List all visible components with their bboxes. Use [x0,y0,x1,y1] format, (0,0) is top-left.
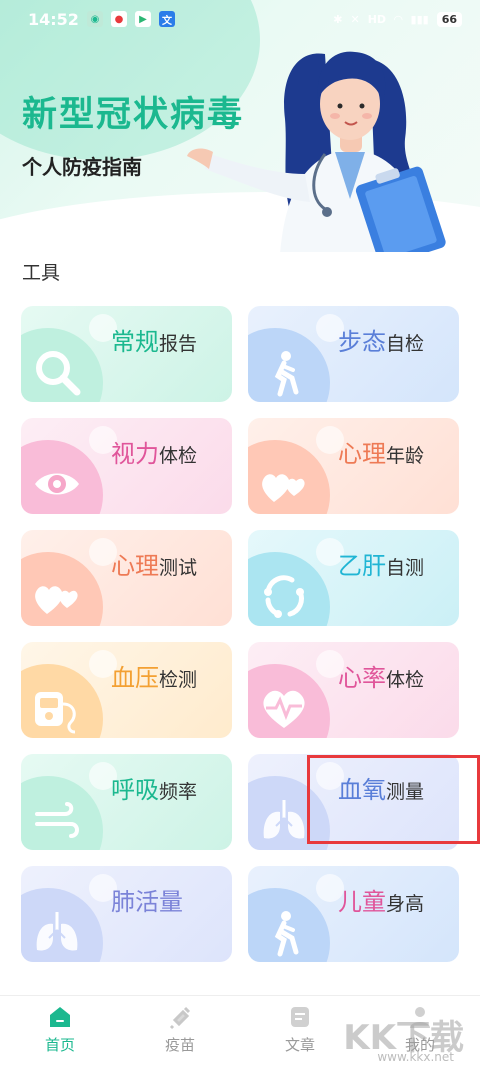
article-icon [287,1004,313,1030]
tool-card-label: 步态自检 [338,322,424,357]
tool-card-label-rest: 报告 [159,333,198,355]
tool-card-label-rest: 检测 [159,669,198,691]
lungs-icon [31,906,83,958]
tool-card-label-highlight: 常规 [111,328,159,356]
tool-card[interactable]: 儿童身高 [248,866,459,962]
tool-card-label: 血氧测量 [338,770,424,805]
wind-icon [31,794,83,846]
nav-item-2[interactable]: 文章 [240,996,360,1070]
tool-card-label: 视力体检 [111,434,197,469]
status-time: 14:52 [28,9,79,29]
tool-card-label-rest: 体检 [159,445,198,467]
walking-person-icon [258,346,310,398]
bluetooth-icon: ✱ [333,12,343,26]
tool-card-label-rest: 身高 [386,893,425,915]
tool-card-label-rest: 体检 [386,669,425,691]
tool-card-label-highlight: 血氧 [338,776,386,804]
tool-card-label-highlight: 乙肝 [338,552,386,580]
nav-item-1[interactable]: 疫苗 [120,996,240,1070]
virus-cycle-icon [258,570,310,622]
walking-person-icon [258,906,310,958]
syringe-icon [167,1004,193,1030]
weibo-icon: ● [110,11,127,27]
signal-icon: ▮▮▮ [410,12,429,26]
home-icon [47,1004,73,1030]
tool-card-label-rest: 自检 [386,333,425,355]
tool-card[interactable]: 心理年龄 [248,418,459,514]
tool-card-label: 乙肝自测 [338,546,424,581]
tool-card-label-highlight: 呼吸 [111,776,159,804]
tool-card-label-highlight: 心率 [338,664,386,692]
tool-card[interactable]: 心率体检 [248,642,459,738]
tool-card-label: 心率体检 [338,658,424,693]
status-left: 14:52 ◉ ● ▶ 文 [28,10,175,29]
nav-label: 首页 [44,1036,75,1054]
hearts-icon [258,458,310,510]
tool-card-label-highlight: 血压 [111,664,159,692]
mute-icon: ✕ [350,12,360,26]
doctor-illustration-icon [187,51,446,252]
tool-card-label: 肺活量 [111,882,183,917]
tool-card-label-rest: 自测 [386,557,425,579]
lungs-icon [258,794,310,846]
heart-pulse-icon [258,682,310,734]
magnifier-icon [31,346,83,398]
tool-card-label-highlight: 心理 [338,440,386,468]
tool-card-label-highlight: 心理 [111,552,159,580]
tool-card[interactable]: 心理测试 [21,530,232,626]
tool-card-label-rest: 频率 [159,781,198,803]
wifi-icon: ◠ [394,12,403,26]
hd-label: HD [367,12,387,26]
tool-card[interactable]: 乙肝自测 [248,530,459,626]
tool-card-label: 心理年龄 [338,434,424,469]
watermark-url: www.kkx.net [377,1050,454,1064]
tool-card[interactable]: 视力体检 [21,418,232,514]
nav-item-0[interactable]: 首页 [0,996,120,1070]
notification-icon: ◉ [86,11,103,27]
tool-card-label: 常规报告 [111,322,197,357]
blood-pressure-icon [31,682,83,734]
tools-grid: 常规报告 步态自检 视力体检 心理年龄 心理测试 乙肝自测 血压检测 心率体检 呼吸频率 血氧测量… [21,306,459,962]
tool-card-label: 呼吸频率 [111,770,197,805]
translate-icon: 文 [158,11,175,27]
status-right: ✱ ✕ HD ◠ ▮▮▮ 66 [333,11,462,27]
tool-card-label-highlight: 肺活量 [111,888,183,916]
tool-card-label: 儿童身高 [338,882,424,917]
tool-card-label-highlight: 步态 [338,328,386,356]
tool-card[interactable]: 血压检测 [21,642,232,738]
tool-card-label-rest: 年龄 [386,445,425,467]
tool-card-label-rest: 测试 [159,557,198,579]
tool-card-label: 血压检测 [111,658,197,693]
tool-card[interactable]: 步态自检 [248,306,459,402]
tool-card-label-highlight: 视力 [111,440,159,468]
nav-label: 文章 [284,1036,315,1054]
status-bar: 14:52 ◉ ● ▶ 文 ✱ ✕ HD ◠ ▮▮▮ 66 [0,0,480,38]
tool-card[interactable]: 常规报告 [21,306,232,402]
hearts-icon [31,570,83,622]
tool-card[interactable]: 血氧测量 [248,754,459,850]
banner-subtitle: 个人防疫指南 [22,155,142,179]
play-store-icon: ▶ [134,11,151,27]
nav-label: 疫苗 [164,1036,195,1054]
eye-icon [31,458,83,510]
tool-card[interactable]: 呼吸频率 [21,754,232,850]
tool-card[interactable]: 肺活量 [21,866,232,962]
tool-card-label-rest: 测量 [386,781,425,803]
tool-card-label-highlight: 儿童 [338,888,386,916]
battery-indicator: 66 [436,11,462,27]
tool-card-label: 心理测试 [111,546,197,581]
section-title-tools: 工具 [22,262,61,284]
